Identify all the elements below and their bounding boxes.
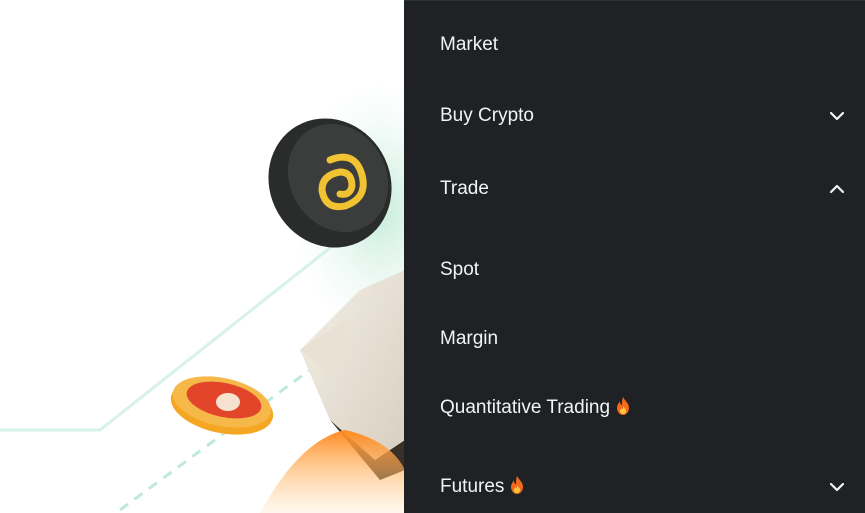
- menu-item-label: Margin: [440, 328, 499, 349]
- hero-illustration: [0, 0, 405, 513]
- menu-item-label: Spot: [440, 259, 480, 280]
- menu-item-label: Buy Crypto: [440, 105, 534, 126]
- menu-item-trade[interactable]: Trade: [404, 169, 865, 209]
- menu-item-buy-crypto[interactable]: Buy Crypto: [404, 96, 865, 136]
- chevron-down-icon[interactable]: [829, 108, 845, 124]
- rocket-coins-illustration: [0, 80, 405, 513]
- menu-item-market[interactable]: Market: [404, 25, 865, 65]
- menu-item-label: Futures: [440, 476, 505, 497]
- menu-item-label: Market: [440, 34, 499, 55]
- menu-item-futures[interactable]: Futures: [404, 467, 865, 507]
- menu-item-label: Quantitative Trading: [440, 397, 611, 418]
- submenu-item-margin[interactable]: Margin: [404, 319, 865, 359]
- submenu-item-quantitative-trading[interactable]: Quantitative Trading: [404, 388, 865, 428]
- fire-icon: [617, 397, 630, 415]
- side-menu: Market Buy Crypto Trade Spot Margin Quan…: [404, 0, 865, 513]
- fire-icon: [511, 476, 524, 494]
- menu-item-label-wrap: Quantitative Trading: [440, 396, 630, 420]
- chevron-up-icon[interactable]: [829, 181, 845, 197]
- menu-item-label: Trade: [440, 178, 489, 199]
- chevron-down-icon[interactable]: [829, 479, 845, 495]
- submenu-item-spot[interactable]: Spot: [404, 250, 865, 290]
- menu-item-label-wrap: Futures: [440, 475, 524, 499]
